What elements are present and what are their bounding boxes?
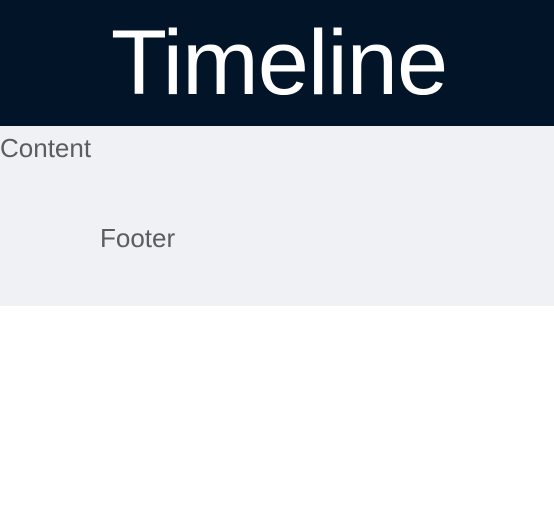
page: Timeline Content Footer — [0, 0, 554, 506]
page-title: Timeline — [110, 12, 448, 114]
empty-area — [0, 306, 554, 506]
content-section: Content Footer — [0, 126, 554, 306]
header-banner: Timeline — [0, 0, 554, 126]
content-label: Content — [0, 133, 92, 163]
footer-label: Footer — [100, 223, 176, 253]
